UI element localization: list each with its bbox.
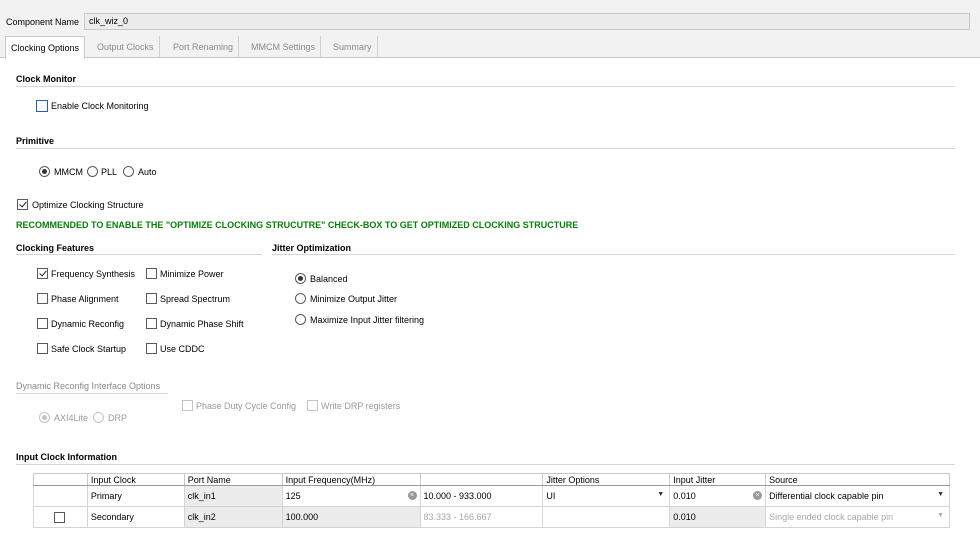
primary-source-dropdown[interactable]: Differential clock capable pin ▼ (765, 485, 950, 507)
input-clock-table: Input Clock Port Name Input Frequency(MH… (33, 473, 950, 528)
primary-input-clock-cell: Primary (86, 485, 185, 507)
primitive-auto-label: Auto (138, 167, 157, 177)
component-name-field[interactable]: clk_wiz_0 (84, 13, 970, 30)
primary-port-name-cell[interactable]: clk_in1 (183, 485, 283, 507)
tab-summary[interactable]: Summary (328, 36, 378, 58)
secondary-clock-checkbox[interactable] (54, 512, 65, 523)
secondary-input-jitter-cell[interactable]: 0.010 (669, 506, 767, 528)
drp-radio[interactable] (93, 412, 104, 423)
safe-clock-startup-checkbox[interactable] (37, 343, 48, 354)
primary-input-jitter-cell[interactable]: 0.010 × (669, 485, 767, 507)
minimize-power-checkbox[interactable] (146, 268, 157, 279)
safe-clock-startup-label: Safe Clock Startup (51, 344, 127, 354)
jitter-maximize-input-label: Maximize Input Jitter filtering (310, 315, 425, 325)
phase-alignment-label: Phase Alignment (51, 294, 119, 304)
section-divider (16, 254, 262, 255)
column-header-port-name: Port Name (183, 473, 283, 486)
column-header-source: Source (765, 473, 950, 486)
jitter-minimize-output-label: Minimize Output Jitter (310, 294, 398, 304)
tab-clocking-options[interactable]: Clocking Options (5, 36, 86, 59)
primary-frequency-cell[interactable]: 125 × (281, 485, 421, 507)
primitive-pll-radio[interactable] (87, 166, 98, 177)
section-divider (16, 86, 955, 87)
optimize-recommendation-text: RECOMMENDED TO ENABLE THE "OPTIMIZE CLOC… (16, 220, 579, 230)
primitive-title: Primitive (16, 136, 55, 146)
clock-monitor-title: Clock Monitor (16, 74, 76, 84)
enable-clock-monitoring-checkbox[interactable] (36, 100, 48, 112)
phase-duty-cycle-config-label: Phase Duty Cycle Config (196, 401, 297, 411)
column-header-input-jitter: Input Jitter (669, 473, 767, 486)
primary-range-cell: 10.000 - 933.000 (419, 485, 544, 507)
clear-icon[interactable]: × (407, 491, 417, 500)
frequency-synthesis-checkbox[interactable] (37, 268, 48, 279)
secondary-jitter-options-cell (542, 506, 671, 528)
secondary-port-name-cell[interactable]: clk_in2 (183, 506, 283, 528)
jitter-balanced-radio[interactable] (295, 273, 306, 284)
section-divider (16, 393, 168, 394)
axi4lite-label: AXI4Lite (54, 413, 89, 423)
axi4lite-radio[interactable] (39, 412, 50, 423)
tab-mmcm-settings[interactable]: MMCM Settings (246, 36, 322, 58)
chevron-down-icon[interactable]: ▼ (937, 491, 944, 498)
secondary-frequency-cell[interactable]: 100.000 (281, 506, 421, 528)
secondary-input-clock-cell: Secondary (86, 506, 185, 528)
column-header-range (419, 473, 544, 486)
primitive-mmcm-radio[interactable] (39, 166, 50, 177)
dynamic-reconfig-options-title: Dynamic Reconfig Interface Options (16, 381, 161, 391)
jitter-minimize-output-radio[interactable] (295, 293, 306, 304)
column-header-select (33, 473, 88, 486)
component-name-label: Component Name (6, 17, 80, 27)
dynamic-phase-shift-checkbox[interactable] (146, 318, 157, 329)
table-row: Primary clk_in1 125 × 10.000 - 933.000 U… (33, 485, 950, 507)
section-divider (272, 254, 955, 255)
tab-output-clocks[interactable]: Output Clocks (92, 36, 160, 58)
dynamic-reconfig-checkbox[interactable] (37, 318, 48, 329)
spread-spectrum-checkbox[interactable] (146, 293, 157, 304)
use-cddc-label: Use CDDC (160, 344, 205, 354)
table-row: Secondary clk_in2 100.000 83.333 - 166.6… (33, 506, 950, 528)
secondary-source-value: Single ended clock capable pin (769, 512, 894, 522)
dynamic-reconfig-label: Dynamic Reconfig (51, 319, 125, 329)
table-header-row: Input Clock Port Name Input Frequency(MH… (33, 473, 950, 486)
write-drp-registers-label: Write DRP registers (321, 401, 401, 411)
primary-jitter-options-value: UI (546, 491, 556, 501)
column-header-input-frequency: Input Frequency(MHz) (281, 473, 421, 486)
column-header-jitter-options: Jitter Options (542, 473, 671, 486)
jitter-maximize-input-radio[interactable] (295, 314, 306, 325)
primary-input-jitter-value: 0.010 (673, 491, 696, 501)
primary-source-value: Differential clock capable pin (769, 491, 884, 501)
jitter-balanced-label: Balanced (310, 274, 348, 284)
optimize-clocking-structure-checkbox[interactable] (17, 199, 28, 210)
primitive-pll-label: PLL (101, 167, 118, 177)
tab-port-renaming[interactable]: Port Renaming (168, 36, 240, 58)
primitive-mmcm-label: MMCM (54, 167, 83, 177)
input-clock-info-title: Input Clock Information (16, 452, 117, 462)
chevron-down-icon[interactable]: ▼ (937, 512, 944, 519)
secondary-select-cell (33, 506, 88, 528)
jitter-optimization-title: Jitter Optimization (272, 243, 352, 253)
use-cddc-checkbox[interactable] (146, 343, 157, 354)
dynamic-phase-shift-label: Dynamic Phase Shift (160, 319, 244, 329)
column-header-input-clock: Input Clock (86, 473, 185, 486)
optimize-clocking-structure-label: Optimize Clocking Structure (32, 200, 144, 210)
drp-label: DRP (108, 413, 128, 423)
minimize-power-label: Minimize Power (160, 269, 224, 279)
secondary-range-cell: 83.333 - 166.667 (419, 506, 544, 528)
write-drp-registers-checkbox[interactable] (307, 400, 318, 411)
enable-clock-monitoring-label: Enable Clock Monitoring (51, 101, 149, 111)
clocking-features-title: Clocking Features (16, 243, 95, 253)
chevron-down-icon[interactable]: ▼ (657, 491, 664, 498)
primary-frequency-value: 125 (285, 491, 301, 501)
frequency-synthesis-label: Frequency Synthesis (51, 269, 136, 279)
secondary-source-dropdown[interactable]: Single ended clock capable pin ▼ (765, 506, 950, 528)
spread-spectrum-label: Spread Spectrum (160, 294, 231, 304)
phase-alignment-checkbox[interactable] (37, 293, 48, 304)
primary-select-cell (33, 485, 88, 507)
primitive-auto-radio[interactable] (123, 166, 134, 177)
clear-icon[interactable]: × (753, 491, 763, 500)
primary-jitter-options-dropdown[interactable]: UI ▼ (542, 485, 671, 507)
section-divider (16, 464, 955, 465)
section-divider (16, 148, 955, 149)
phase-duty-cycle-config-checkbox[interactable] (182, 400, 193, 411)
